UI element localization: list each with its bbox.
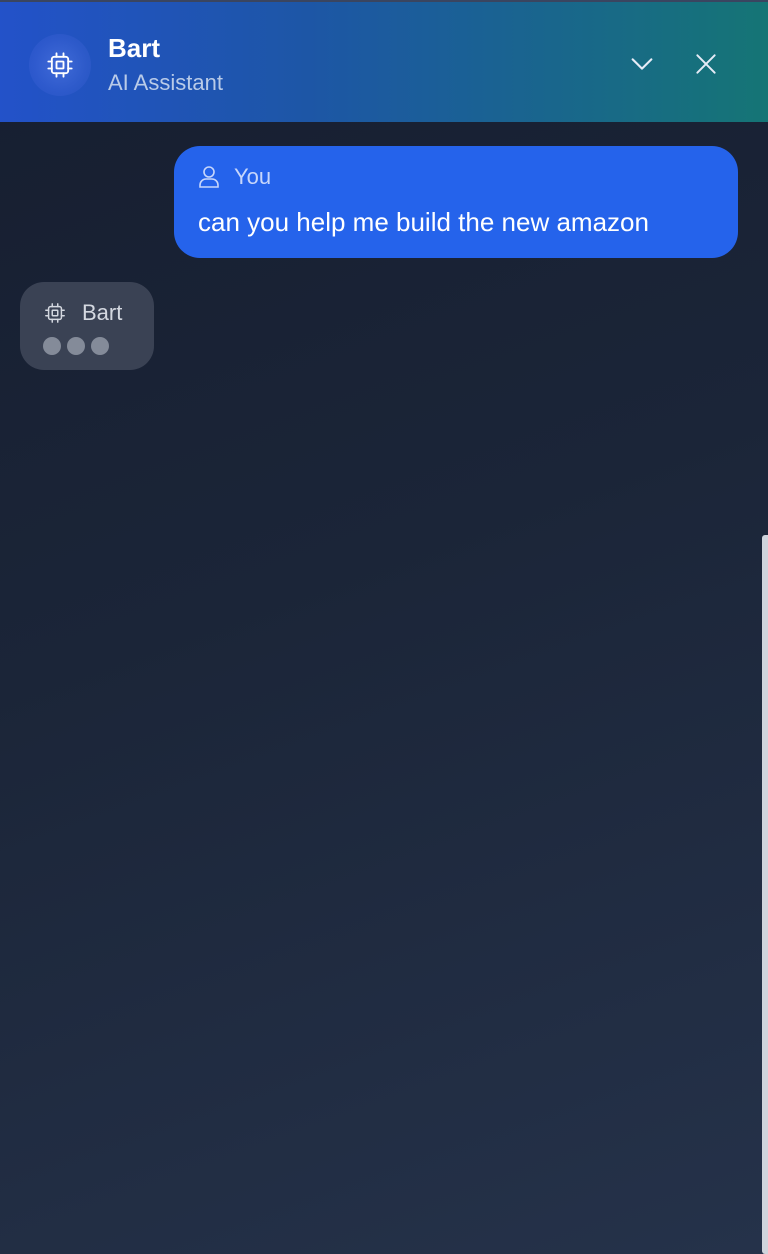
user-message-header: You — [198, 164, 271, 190]
assistant-role: AI Assistant — [108, 70, 223, 95]
user-sender-label: You — [234, 164, 272, 189]
typing-dot — [91, 337, 109, 355]
typing-indicator — [43, 337, 109, 355]
user-message-bubble: You can you help me build the new amazon — [174, 146, 738, 258]
assistant-message-bubble: Bart — [20, 282, 154, 370]
close-icon — [696, 54, 716, 74]
minimize-button[interactable] — [624, 46, 660, 82]
close-button[interactable] — [688, 46, 724, 82]
assistant-name: Bart — [108, 33, 161, 63]
chip-icon — [45, 303, 65, 323]
chat-header: Bart AI Assistant — [0, 0, 768, 122]
typing-dot — [43, 337, 61, 355]
user-icon — [199, 166, 219, 188]
chip-icon — [47, 52, 73, 78]
assistant-sender-label: Bart — [82, 300, 123, 325]
chevron-down-icon — [631, 58, 653, 70]
chat-window: Bart AI Assistant You can you help me bu… — [0, 0, 768, 1254]
assistant-avatar — [29, 34, 91, 96]
assistant-message-header: Bart — [44, 300, 122, 326]
scrollbar[interactable] — [762, 535, 768, 1254]
typing-dot — [67, 337, 85, 355]
user-message-text: can you help me build the new amazon — [198, 207, 649, 237]
